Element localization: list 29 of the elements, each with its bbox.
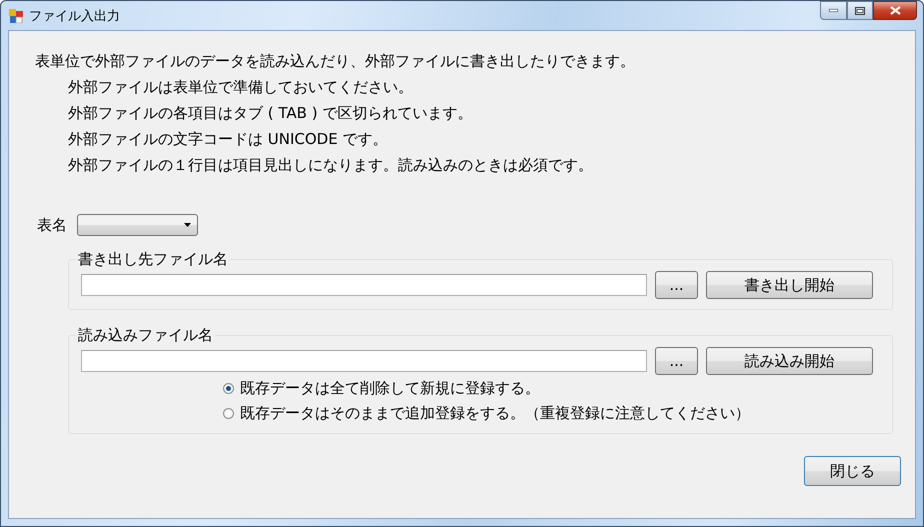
app-icon [9, 8, 23, 22]
browse-button[interactable]: ... [655, 271, 698, 299]
close-icon [890, 6, 900, 15]
file-name-field[interactable] [81, 350, 647, 372]
note-text: 外部ファイルの文字コードは UNICODE です。 [68, 129, 388, 150]
start-button[interactable]: 読み込み開始 [706, 347, 873, 375]
window-title: ファイル入出力 [29, 8, 120, 24]
description-text: 表単位で外部ファイルのデータを読み込んだり、外部ファイルに書き出したりできます。 [35, 51, 636, 72]
group-label: 書き出し先ファイル名 [77, 250, 229, 269]
note-text: 外部ファイルの１行目は項目見出しになります。読み込みのときは必須です。 [68, 155, 594, 176]
maximize-button[interactable] [847, 1, 873, 20]
minimize-icon [829, 9, 838, 12]
table-name-combo[interactable] [77, 214, 198, 236]
radio-label: 既存データは全て削除して新規に登録する。 [240, 379, 540, 398]
minimize-button[interactable] [820, 1, 847, 20]
browse-button[interactable]: ... [655, 347, 698, 375]
file-name-field[interactable] [81, 274, 647, 296]
close-button[interactable] [873, 1, 917, 20]
note-text: 外部ファイルは表単位で準備しておいてください。 [68, 77, 414, 98]
radio-label: 既存データはそのままで追加登録をする。（重複登録に注意してください） [240, 404, 750, 423]
close-dialog-button[interactable]: 閉じる [804, 456, 901, 486]
table-name-label: 表名 [37, 216, 67, 234]
radio-button[interactable] [223, 408, 234, 419]
radio-button[interactable] [223, 383, 234, 394]
group-label: 読み込みファイル名 [77, 326, 214, 345]
caret-icon [184, 223, 191, 227]
start-button[interactable]: 書き出し開始 [706, 271, 873, 299]
maximize-icon [855, 6, 865, 14]
note-text: 外部ファイルの各項目はタブ ( TAB ) で区切られています。 [68, 103, 474, 124]
